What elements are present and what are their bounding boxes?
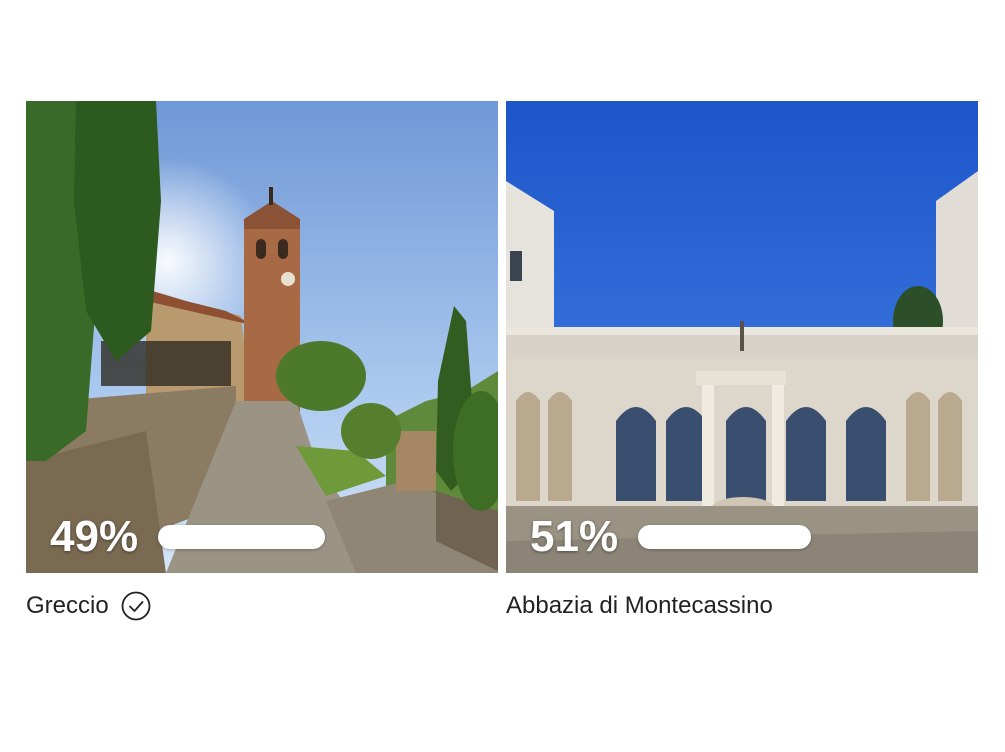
check-circle-icon xyxy=(121,591,151,621)
progress-bar xyxy=(158,525,325,549)
option-name: Abbazia di Montecassino xyxy=(506,592,773,619)
option-name: Greccio xyxy=(26,592,109,619)
caption: Abbazia di Montecassino xyxy=(506,589,978,623)
progress-bar xyxy=(638,525,811,549)
vote-result: 49% xyxy=(50,515,325,559)
greccio-image xyxy=(26,101,498,573)
montecassino-photo[interactable]: 51% xyxy=(506,101,978,573)
percent-label: 51% xyxy=(530,512,619,561)
montecassino-image xyxy=(506,101,978,573)
option-card-montecassino[interactable]: 51% Abbazia di Montecassino xyxy=(506,101,978,623)
percent-label: 49% xyxy=(50,512,139,561)
greccio-photo[interactable]: 49% xyxy=(26,101,498,573)
option-card-greccio[interactable]: 49% Greccio xyxy=(26,101,498,623)
caption: Greccio xyxy=(26,589,498,623)
vote-result: 51% xyxy=(530,515,811,559)
